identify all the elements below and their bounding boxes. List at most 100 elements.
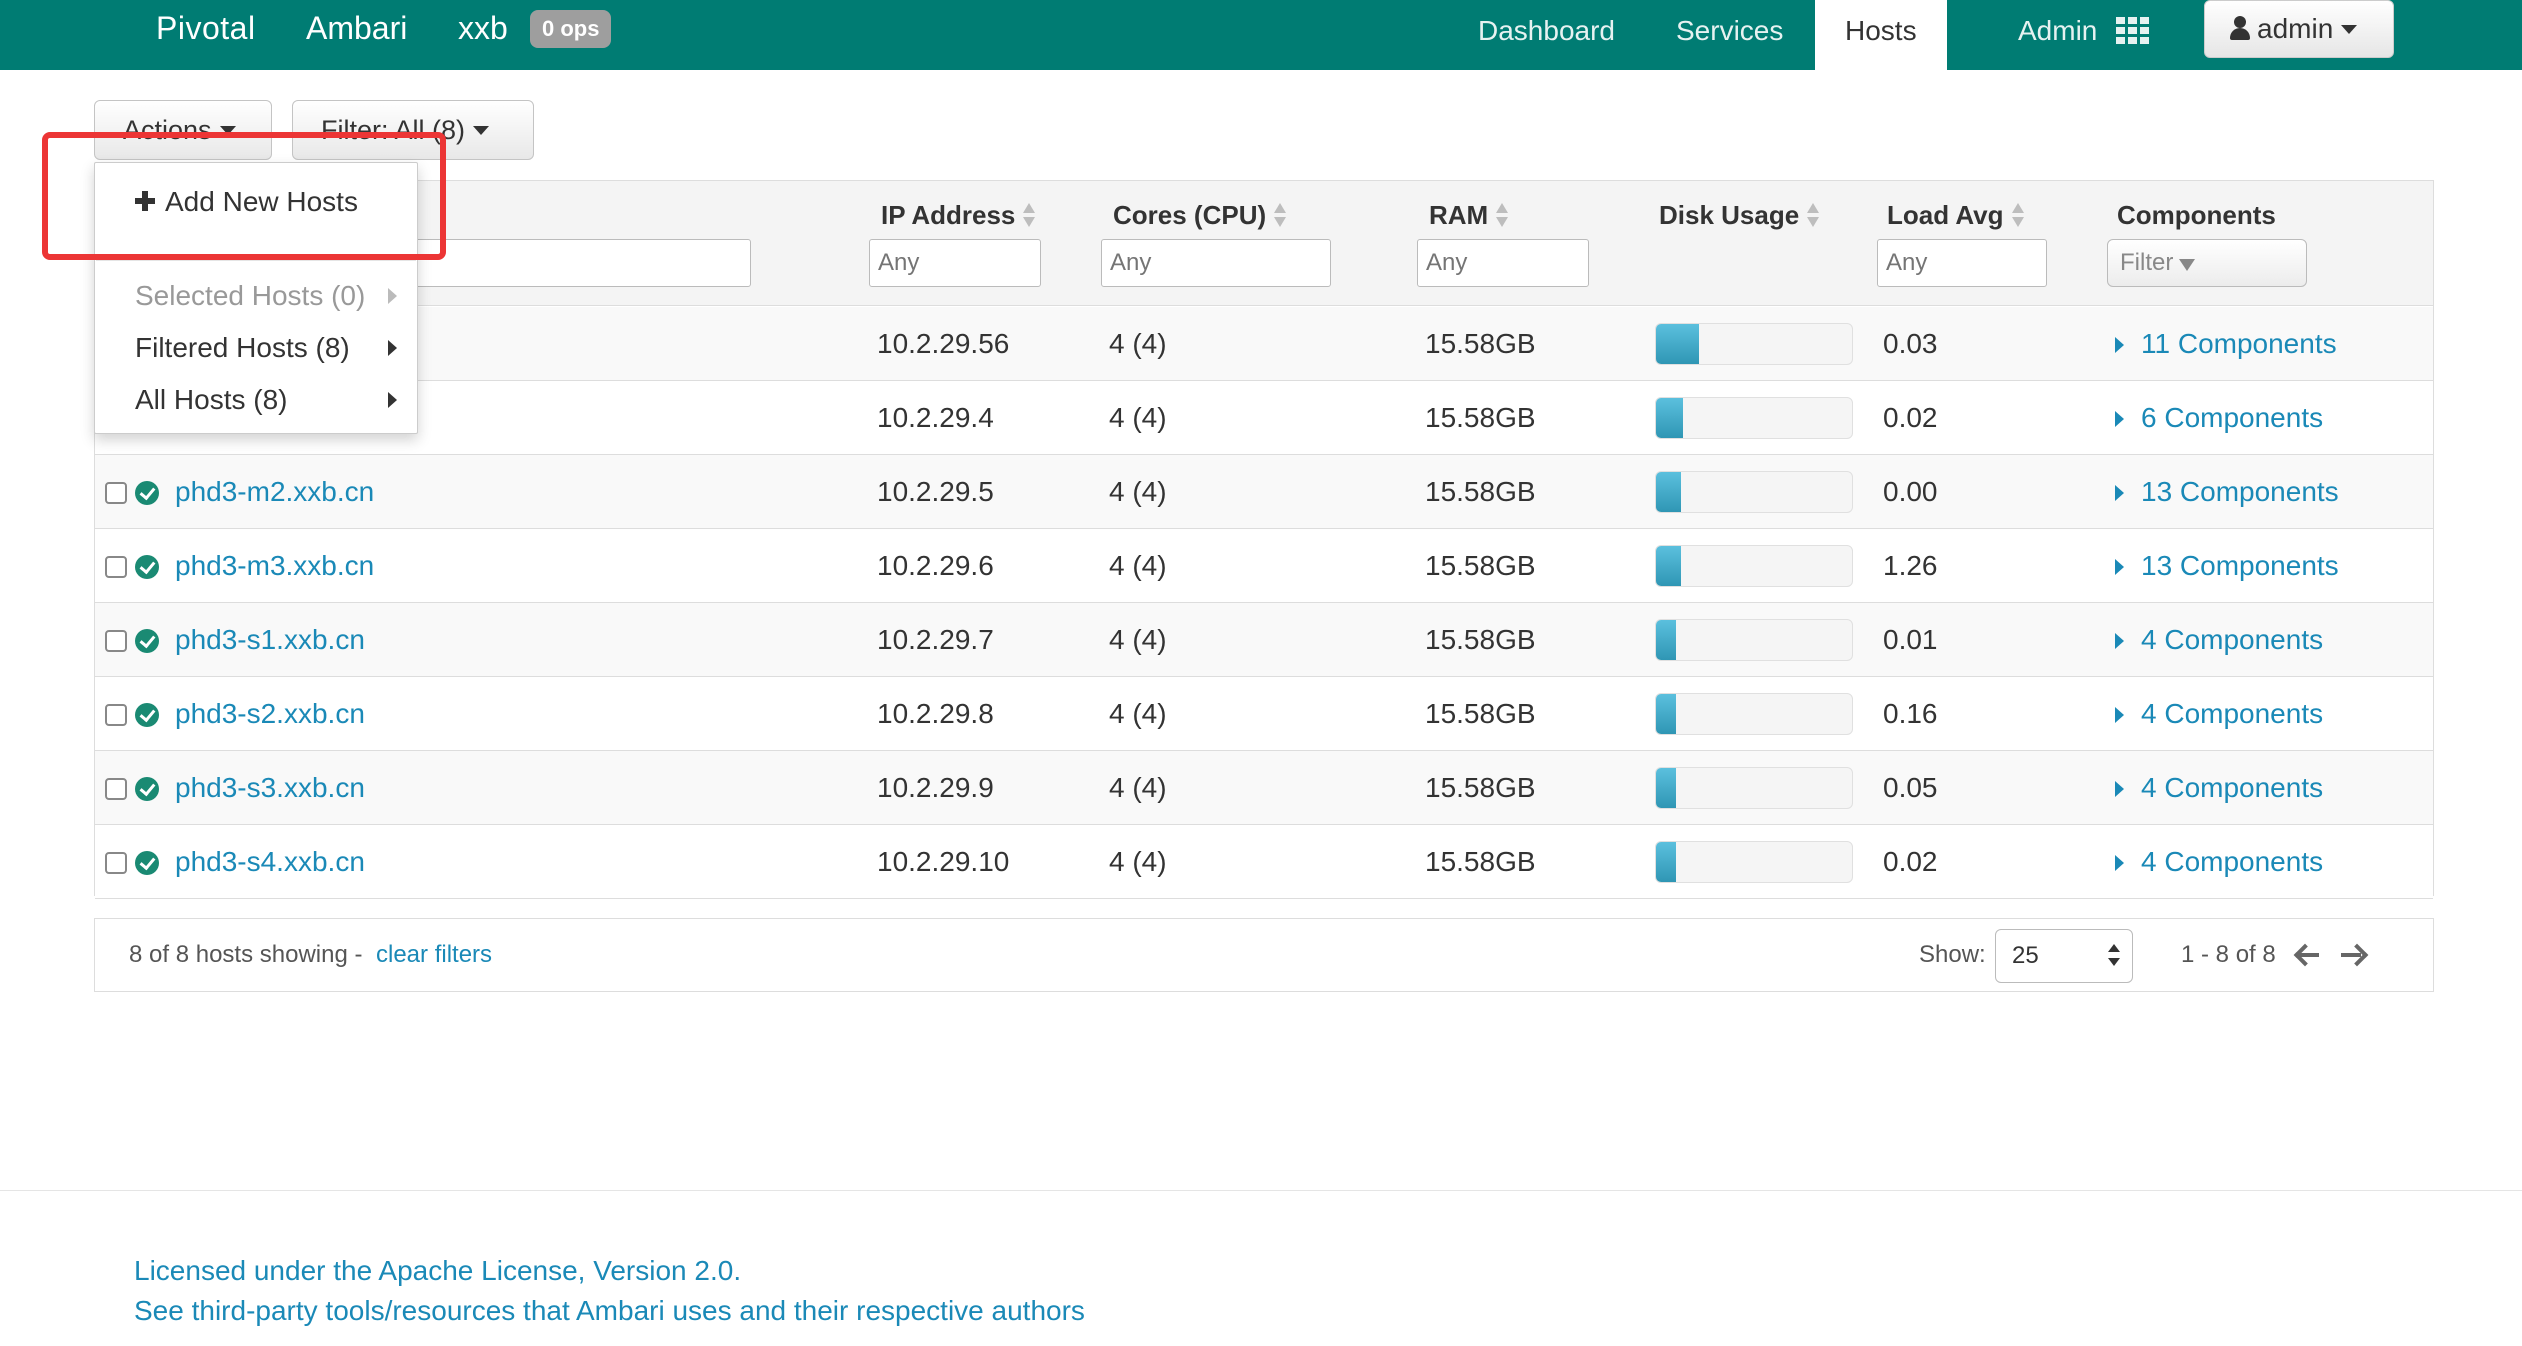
all-hosts-item[interactable]: All Hosts (8) xyxy=(95,375,417,425)
row-checkbox[interactable] xyxy=(105,852,127,874)
pivotal-logo[interactable]: Pivotal xyxy=(156,6,256,50)
host-name-link[interactable]: phd3-s2.xxb.cn xyxy=(175,677,365,751)
host-cores: 4 (4) xyxy=(1109,698,1167,729)
components-link[interactable]: 13 Components xyxy=(2141,529,2339,603)
user-icon xyxy=(2229,16,2251,40)
caret-right-icon[interactable] xyxy=(2115,411,2124,427)
nav-hosts[interactable]: Hosts xyxy=(1815,0,1947,70)
caret-right-icon[interactable] xyxy=(2115,559,2124,575)
caret-right-icon[interactable] xyxy=(2115,707,2124,723)
host-ram: 15.58GB xyxy=(1425,476,1536,507)
components-link[interactable]: 6 Components xyxy=(2141,381,2323,455)
caret-right-icon[interactable] xyxy=(2115,781,2124,797)
row-checkbox[interactable] xyxy=(105,778,127,800)
caret-right-icon[interactable] xyxy=(2115,633,2124,649)
table-row: phd3-s3.xxb.cn 10.2.29.9 4 (4) 15.58GB 0.05 4… xyxy=(95,751,2433,825)
components-link[interactable]: 4 Components xyxy=(2141,603,2323,677)
caret-right-icon xyxy=(388,340,397,356)
host-ram: 15.58GB xyxy=(1425,550,1536,581)
components-link[interactable]: 4 Components xyxy=(2141,825,2323,899)
cluster-name[interactable]: xxb xyxy=(458,6,508,50)
views-grid-icon[interactable] xyxy=(2116,17,2150,44)
col-ram-header[interactable]: RAM xyxy=(1429,195,1509,235)
ip-filter-input[interactable] xyxy=(869,239,1041,287)
select-arrows-icon xyxy=(2108,944,2120,970)
sort-icon xyxy=(1496,203,1509,229)
annotation-highlight-box xyxy=(42,132,446,260)
host-ip: 10.2.29.7 xyxy=(877,624,994,655)
caret-right-icon xyxy=(388,392,397,408)
sort-icon xyxy=(1274,203,1287,229)
table-row: phd3-s4.xxb.cn 10.2.29.10 4 (4) 15.58GB 0.02… xyxy=(95,825,2433,899)
disk-usage-bar xyxy=(1655,323,1853,365)
ram-filter-input[interactable] xyxy=(1417,239,1589,287)
sort-icon xyxy=(1023,203,1036,229)
nav-admin[interactable]: Admin xyxy=(1988,0,2127,70)
disk-usage-fill xyxy=(1656,768,1676,808)
caret-down-icon xyxy=(2341,25,2358,34)
components-link[interactable]: 13 Components xyxy=(2141,455,2339,529)
host-ip: 10.2.29.5 xyxy=(877,476,994,507)
page-size-select[interactable]: 25 xyxy=(1995,929,2133,983)
disk-usage-bar xyxy=(1655,841,1853,883)
disk-usage-fill xyxy=(1656,546,1682,586)
load-filter-input[interactable] xyxy=(1877,239,2047,287)
caret-right-icon[interactable] xyxy=(2115,485,2124,501)
sort-icon xyxy=(2011,203,2024,229)
host-ram: 15.58GB xyxy=(1425,846,1536,877)
caret-right-icon[interactable] xyxy=(2115,337,2124,353)
table-row: phd3-m3.xxb.cn 10.2.29.6 4 (4) 15.58GB 1.26 1… xyxy=(95,529,2433,603)
col-load-header[interactable]: Load Avg xyxy=(1887,195,2024,235)
nav-services[interactable]: Services xyxy=(1646,0,1813,70)
col-ip-header[interactable]: IP Address xyxy=(881,195,1036,235)
host-ip: 10.2.29.4 xyxy=(877,402,994,433)
col-disk-header[interactable]: Disk Usage xyxy=(1659,195,1820,235)
col-cores-header[interactable]: Cores (CPU) xyxy=(1113,195,1287,235)
host-load: 0.02 xyxy=(1883,402,1938,433)
host-name-link[interactable]: phd3-s3.xxb.cn xyxy=(175,751,365,825)
caret-right-icon[interactable] xyxy=(2115,855,2124,871)
table-row: phd3-m2.xxb.cn 10.2.29.5 4 (4) 15.58GB 0.00 1… xyxy=(95,455,2433,529)
third-party-link[interactable]: See third-party tools/resources that Amb… xyxy=(134,1291,1085,1331)
row-checkbox[interactable] xyxy=(105,556,127,578)
host-ip: 10.2.29.6 xyxy=(877,550,994,581)
disk-usage-bar xyxy=(1655,545,1853,587)
selected-hosts-item[interactable]: Selected Hosts (0) xyxy=(95,271,417,321)
cores-filter-input[interactable] xyxy=(1101,239,1331,287)
host-load: 0.05 xyxy=(1883,772,1938,803)
components-link[interactable]: 4 Components xyxy=(2141,677,2323,751)
host-ram: 15.58GB xyxy=(1425,402,1536,433)
table-footer: 8 of 8 hosts showing - clear filters Sho… xyxy=(94,918,2434,992)
host-name-link[interactable]: phd3-m2.xxb.cn xyxy=(175,455,374,529)
row-checkbox[interactable] xyxy=(105,704,127,726)
user-label: admin xyxy=(2257,13,2334,44)
host-name-link[interactable]: phd3-s4.xxb.cn xyxy=(175,825,365,899)
arrow-right-icon[interactable] xyxy=(2341,941,2365,971)
showing-text: 8 of 8 hosts showing - xyxy=(129,941,363,968)
page-footer: Licensed under the Apache License, Versi… xyxy=(0,1190,2522,1346)
ambari-brand[interactable]: Ambari xyxy=(306,6,407,50)
components-link[interactable]: 11 Components xyxy=(2141,307,2337,381)
clear-filters-link[interactable]: clear filters xyxy=(376,919,492,991)
host-cores: 4 (4) xyxy=(1109,476,1167,507)
host-ip: 10.2.29.10 xyxy=(877,846,1010,877)
filtered-hosts-item[interactable]: Filtered Hosts (8) xyxy=(95,323,417,373)
status-ok-icon xyxy=(135,777,159,801)
ops-badge[interactable]: 0 ops xyxy=(530,10,612,48)
components-link[interactable]: 4 Components xyxy=(2141,751,2323,825)
components-filter-button[interactable]: Filter xyxy=(2107,239,2307,287)
user-menu-button[interactable]: admin xyxy=(2204,0,2394,58)
arrow-left-icon[interactable] xyxy=(2295,941,2319,971)
nav-dashboard[interactable]: Dashboard xyxy=(1448,0,1645,70)
host-ram: 15.58GB xyxy=(1425,624,1536,655)
host-load: 0.02 xyxy=(1883,846,1938,877)
host-name-link[interactable]: phd3-m3.xxb.cn xyxy=(175,529,374,603)
license-link[interactable]: Licensed under the Apache License, Versi… xyxy=(134,1251,741,1291)
host-name-link[interactable]: phd3-s1.xxb.cn xyxy=(175,603,365,677)
host-ip: 10.2.29.56 xyxy=(877,328,1010,359)
host-ram: 15.58GB xyxy=(1425,772,1536,803)
host-ip: 10.2.29.9 xyxy=(877,772,994,803)
row-checkbox[interactable] xyxy=(105,630,127,652)
disk-usage-fill xyxy=(1656,842,1676,882)
row-checkbox[interactable] xyxy=(105,482,127,504)
